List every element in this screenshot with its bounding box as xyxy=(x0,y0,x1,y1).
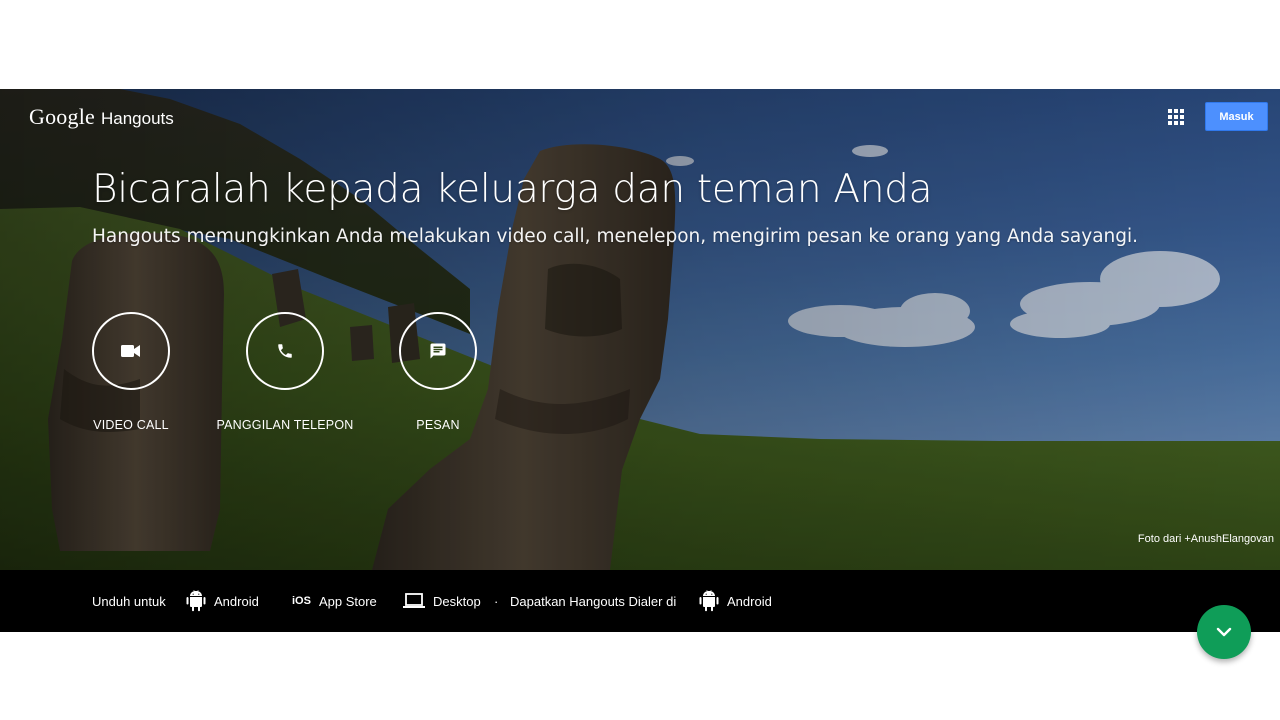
page-title: Bicaralah kepada keluarga dan teman Anda xyxy=(92,167,933,212)
separator: · xyxy=(494,570,498,632)
apps-grid-icon[interactable] xyxy=(1166,107,1186,127)
dialer-android-link[interactable]: Android xyxy=(699,570,772,632)
brand-product: Hangouts xyxy=(100,109,174,128)
app-store-label: App Store xyxy=(318,593,377,609)
dialer-label: Dapatkan Hangouts Dialer di xyxy=(510,593,677,609)
android-label: Android xyxy=(214,593,259,609)
video-call-button[interactable] xyxy=(92,312,170,390)
feature-label: PANGGILAN TELEPON xyxy=(216,418,354,432)
android-icon xyxy=(699,590,719,612)
brand-google: Google xyxy=(29,104,95,129)
scroll-down-button[interactable] xyxy=(1197,605,1251,659)
page-subtitle: Hangouts memungkinkan Anda melakukan vid… xyxy=(92,226,1139,247)
app-store-download-link[interactable]: iOS App Store xyxy=(292,570,377,632)
desktop-download-link[interactable]: Desktop xyxy=(403,570,481,632)
message-button[interactable] xyxy=(399,312,477,390)
android-icon xyxy=(186,590,206,612)
feature-label: PESAN xyxy=(416,418,460,432)
laptop-icon xyxy=(403,593,425,608)
photo-credit[interactable]: Foto dari +AnushElangovan xyxy=(1138,533,1274,545)
chevron-down-icon xyxy=(1216,627,1232,637)
feature-message[interactable]: PESAN xyxy=(358,312,518,432)
download-prefix-text: Unduh untuk xyxy=(92,593,166,609)
desktop-label: Desktop xyxy=(433,593,481,609)
download-bar: Unduh untuk Android iOS App Store Deskto… xyxy=(0,570,1280,632)
videocam-icon xyxy=(121,345,140,357)
phone-icon xyxy=(278,344,292,358)
download-prefix: Unduh untuk xyxy=(92,570,166,632)
google-hangouts-logo[interactable]: Google Hangouts xyxy=(29,104,174,130)
signin-button[interactable]: Masuk xyxy=(1205,102,1268,131)
dialer-android-label: Android xyxy=(727,593,772,609)
dialer-text: Dapatkan Hangouts Dialer di xyxy=(510,570,676,632)
android-download-link[interactable]: Android xyxy=(186,570,259,632)
top-bar: Google Hangouts Masuk xyxy=(0,89,1280,145)
feature-phone-call[interactable]: PANGGILAN TELEPON xyxy=(205,312,365,432)
separator-dot: · xyxy=(494,593,499,609)
feature-video-call[interactable]: VIDEO CALL xyxy=(51,312,211,432)
feature-label: VIDEO CALL xyxy=(93,418,169,432)
phone-call-button[interactable] xyxy=(246,312,324,390)
message-icon xyxy=(430,343,446,359)
ios-icon: iOS xyxy=(292,595,311,607)
